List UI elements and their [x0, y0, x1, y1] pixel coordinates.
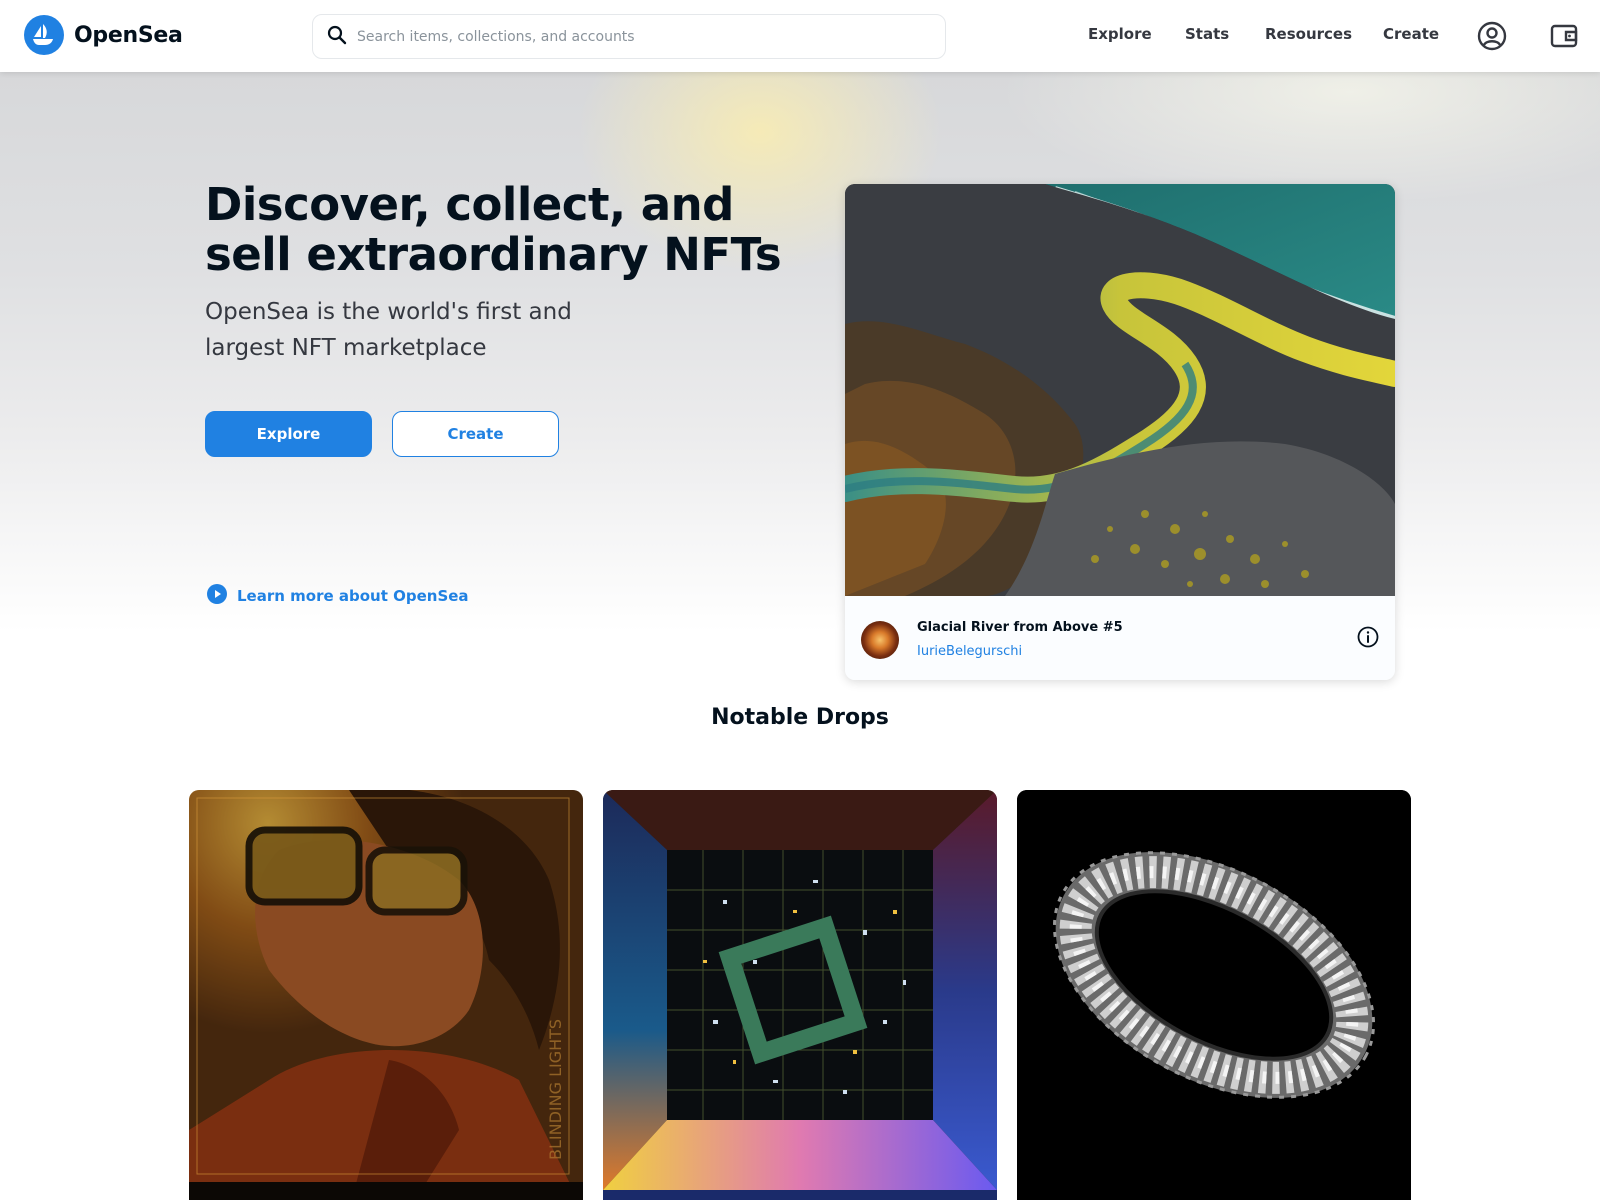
top-navbar: OpenSea Explore Stats Resources Create [0, 0, 1600, 72]
nav-explore[interactable]: Explore [1088, 25, 1152, 43]
account-icon[interactable] [1476, 20, 1508, 52]
create-button[interactable]: Create [392, 411, 559, 457]
hero-section: Discover, collect, and sell extraordinar… [0, 72, 1600, 680]
drop-card[interactable] [1017, 790, 1411, 1200]
drop-image [603, 790, 997, 1200]
brand-name: OpenSea [74, 22, 183, 48]
play-circle-icon [207, 584, 227, 608]
hero-title: Discover, collect, and sell extraordinar… [205, 178, 782, 281]
featured-nft-card[interactable]: Glacial River from Above #5 IurieBelegur… [845, 184, 1395, 680]
hero-subtitle: OpenSea is the world's first and largest… [205, 299, 572, 361]
info-icon[interactable] [1357, 626, 1379, 648]
drop-image: BLINDING LIGHTS [189, 790, 583, 1200]
learn-more-link[interactable]: Learn more about OpenSea [207, 584, 469, 608]
notable-drops-title: Notable Drops [711, 705, 889, 730]
nav-create[interactable]: Create [1383, 25, 1439, 43]
search-icon [327, 25, 347, 49]
opensea-logo[interactable]: OpenSea [24, 15, 183, 55]
creator-avatar[interactable] [861, 621, 899, 659]
drop-card[interactable] [603, 790, 997, 1200]
wallet-icon[interactable] [1548, 20, 1580, 52]
opensea-logo-icon [24, 15, 64, 55]
drop-vertical-caption: BLINDING LIGHTS [546, 1019, 565, 1160]
explore-button[interactable]: Explore [205, 411, 372, 457]
drop-card[interactable]: BLINDING LIGHTS [189, 790, 583, 1200]
featured-creator-link[interactable]: IurieBelegurschi [917, 644, 1022, 659]
nav-resources[interactable]: Resources [1265, 25, 1352, 43]
drop-image [1017, 790, 1411, 1200]
featured-nft-name: Glacial River from Above #5 [917, 620, 1123, 635]
search-input[interactable] [357, 28, 917, 45]
learn-more-label: Learn more about OpenSea [237, 587, 469, 605]
search-bar[interactable] [312, 14, 946, 59]
nav-stats[interactable]: Stats [1185, 25, 1229, 43]
featured-nft-image [845, 184, 1395, 596]
featured-nft-footer: Glacial River from Above #5 IurieBelegur… [845, 596, 1395, 680]
